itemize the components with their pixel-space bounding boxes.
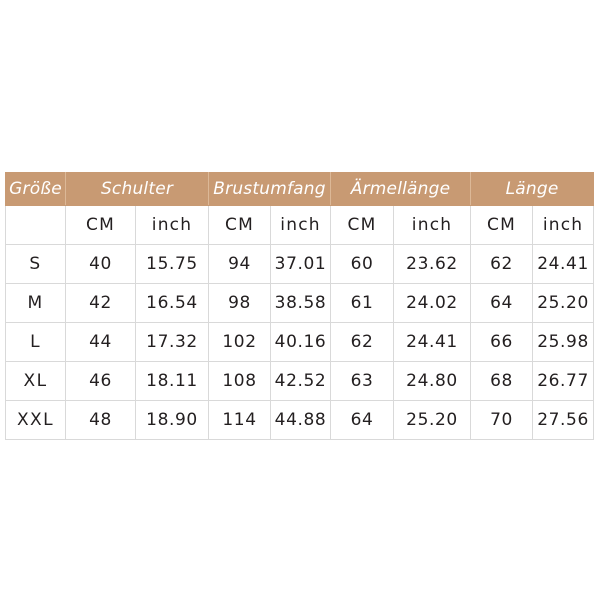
cell-laenge-cm: 68: [470, 361, 534, 401]
cell-brust-inch: 44.88: [269, 400, 332, 440]
cell-laenge-cm: 64: [470, 283, 534, 323]
table-row: M 42 16.54 98 38.58 61 24.02 64 25.20: [5, 283, 595, 323]
size-chart-container: Größe Schulter Brustumfang Ärmellänge Lä…: [5, 172, 595, 440]
cell-size: M: [5, 283, 66, 323]
cell-schulter-cm: 44: [65, 322, 136, 362]
cell-aermel-inch: 24.80: [393, 361, 472, 401]
cell-aermel-inch: 24.02: [393, 283, 472, 323]
cell-brust-cm: 98: [208, 283, 271, 323]
unit-header-aermel-cm: CM: [330, 205, 395, 245]
cell-size: L: [5, 322, 66, 362]
cell-laenge-inch: 26.77: [532, 361, 595, 401]
cell-brust-inch: 38.58: [269, 283, 332, 323]
cell-brust-cm: 102: [208, 322, 271, 362]
cell-schulter-cm: 40: [65, 244, 136, 284]
header-aermellaenge: Ärmellänge: [330, 172, 472, 206]
cell-aermel-inch: 23.62: [393, 244, 472, 284]
group-header-row: Größe Schulter Brustumfang Ärmellänge Lä…: [5, 172, 595, 206]
cell-schulter-inch: 18.11: [135, 361, 209, 401]
cell-laenge-inch: 25.98: [532, 322, 595, 362]
cell-laenge-cm: 66: [470, 322, 534, 362]
cell-schulter-inch: 15.75: [135, 244, 209, 284]
unit-header-laenge-cm: CM: [470, 205, 534, 245]
cell-aermel-cm: 63: [330, 361, 395, 401]
unit-header-schulter-cm: CM: [65, 205, 136, 245]
header-brustumfang: Brustumfang: [207, 172, 332, 206]
cell-schulter-cm: 46: [65, 361, 136, 401]
unit-header-brust-inch: inch: [269, 205, 332, 245]
cell-laenge-inch: 24.41: [532, 244, 595, 284]
page-root: Größe Schulter Brustumfang Ärmellänge Lä…: [0, 0, 600, 600]
cell-laenge-inch: 25.20: [532, 283, 595, 323]
table-row: XXL 48 18.90 114 44.88 64 25.20 70 27.56: [5, 400, 595, 440]
table-row: L 44 17.32 102 40.16 62 24.41 66 25.98: [5, 322, 595, 362]
cell-size: S: [5, 244, 66, 284]
unit-header-schulter-inch: inch: [135, 205, 209, 245]
cell-aermel-cm: 62: [330, 322, 395, 362]
cell-schulter-cm: 42: [65, 283, 136, 323]
table-body: S 40 15.75 94 37.01 60 23.62 62 24.41 M …: [5, 244, 595, 440]
cell-aermel-inch: 24.41: [393, 322, 472, 362]
cell-brust-inch: 42.52: [269, 361, 332, 401]
unit-header-aermel-inch: inch: [393, 205, 472, 245]
table-row: S 40 15.75 94 37.01 60 23.62 62 24.41: [5, 244, 595, 284]
cell-schulter-inch: 17.32: [135, 322, 209, 362]
unit-header-laenge-inch: inch: [532, 205, 595, 245]
cell-schulter-inch: 18.90: [135, 400, 209, 440]
cell-brust-cm: 108: [208, 361, 271, 401]
table-row: XL 46 18.11 108 42.52 63 24.80 68 26.77: [5, 361, 595, 401]
cell-schulter-inch: 16.54: [135, 283, 209, 323]
header-laenge: Länge: [470, 172, 595, 206]
cell-brust-inch: 40.16: [269, 322, 332, 362]
cell-brust-cm: 114: [208, 400, 271, 440]
cell-aermel-cm: 64: [330, 400, 395, 440]
cell-aermel-inch: 25.20: [393, 400, 472, 440]
cell-aermel-cm: 61: [330, 283, 395, 323]
cell-size: XXL: [5, 400, 66, 440]
header-schulter: Schulter: [65, 172, 209, 206]
cell-laenge-inch: 27.56: [532, 400, 595, 440]
cell-schulter-cm: 48: [65, 400, 136, 440]
cell-laenge-cm: 62: [470, 244, 534, 284]
unit-header-brust-cm: CM: [208, 205, 271, 245]
table-header: Größe Schulter Brustumfang Ärmellänge Lä…: [5, 172, 595, 245]
cell-size: XL: [5, 361, 66, 401]
cell-brust-inch: 37.01: [269, 244, 332, 284]
cell-aermel-cm: 60: [330, 244, 395, 284]
unit-header-row: CM inch CM inch CM inch CM inch: [5, 205, 595, 245]
unit-header-blank: [5, 205, 66, 245]
header-groesse: Größe: [5, 172, 66, 206]
cell-laenge-cm: 70: [470, 400, 534, 440]
size-chart-table: Größe Schulter Brustumfang Ärmellänge Lä…: [5, 172, 595, 440]
cell-brust-cm: 94: [208, 244, 271, 284]
